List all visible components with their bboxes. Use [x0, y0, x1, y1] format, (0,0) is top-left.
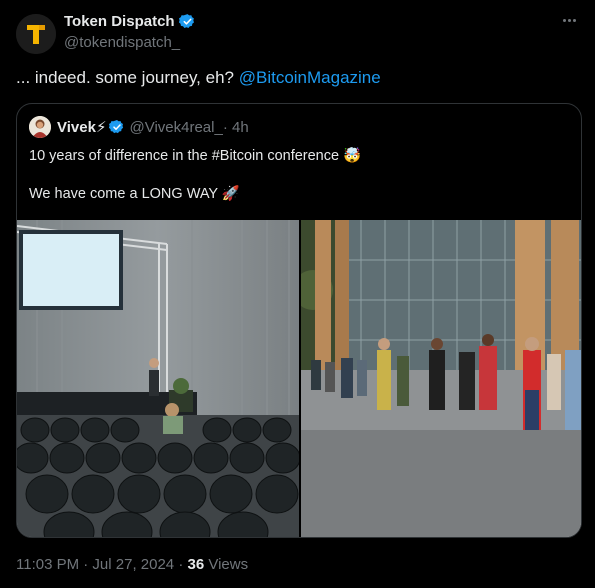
author-handle[interactable]: @tokendispatch_	[64, 34, 180, 51]
mention-link[interactable]: @BitcoinMagazine	[239, 68, 381, 87]
verified-badge-icon	[178, 14, 194, 28]
quoted-tweet[interactable]: Vivek ⚡ @Vivek4real_ · 4h 10 years of di…	[16, 103, 582, 538]
more-dot	[567, 18, 571, 22]
quoted-tweet-line-2: We have come a LONG WAY 🚀	[29, 186, 240, 202]
verified-badge-icon	[109, 120, 124, 134]
avatar-image	[29, 116, 51, 138]
views-count: 36	[187, 556, 205, 573]
author-name[interactable]: Token Dispatch	[64, 13, 175, 30]
conference-photo-2014[interactable]	[17, 220, 299, 537]
author-name-row[interactable]: Token Dispatch	[64, 13, 196, 30]
quoted-author-handle[interactable]: @Vivek4real_	[129, 119, 222, 136]
tweet-timestamp[interactable]: 11:03 PM · Jul 27, 2024 ·	[16, 556, 187, 573]
views-label: Views	[204, 556, 249, 573]
more-options-icon[interactable]	[559, 10, 579, 30]
tweet-text: ... indeed. some journey, eh? @BitcoinMa…	[16, 68, 381, 88]
quoted-tweet-header: Vivek ⚡ @Vivek4real_ · 4h	[29, 116, 249, 138]
token-dispatch-logo	[16, 14, 56, 54]
conference-hall-image	[17, 220, 299, 537]
more-dot	[562, 18, 566, 22]
quoted-tweet-line-1: 10 years of difference in the #Bitcoin c…	[29, 148, 362, 164]
conference-photo-2024[interactable]	[301, 220, 581, 537]
quoted-author-avatar[interactable]	[29, 116, 51, 138]
tweet-meta: 11:03 PM · Jul 27, 2024 · 36 Views	[16, 556, 248, 573]
crowd-outside-image	[301, 220, 581, 537]
quoted-tweet-time: · 4h	[222, 118, 249, 136]
tweet-text-body: ... indeed. some journey, eh?	[16, 68, 239, 87]
more-dot	[572, 18, 576, 22]
quoted-author-name[interactable]: Vivek	[57, 119, 96, 136]
author-avatar[interactable]	[16, 14, 56, 54]
quoted-author-emoji: ⚡	[95, 119, 107, 136]
